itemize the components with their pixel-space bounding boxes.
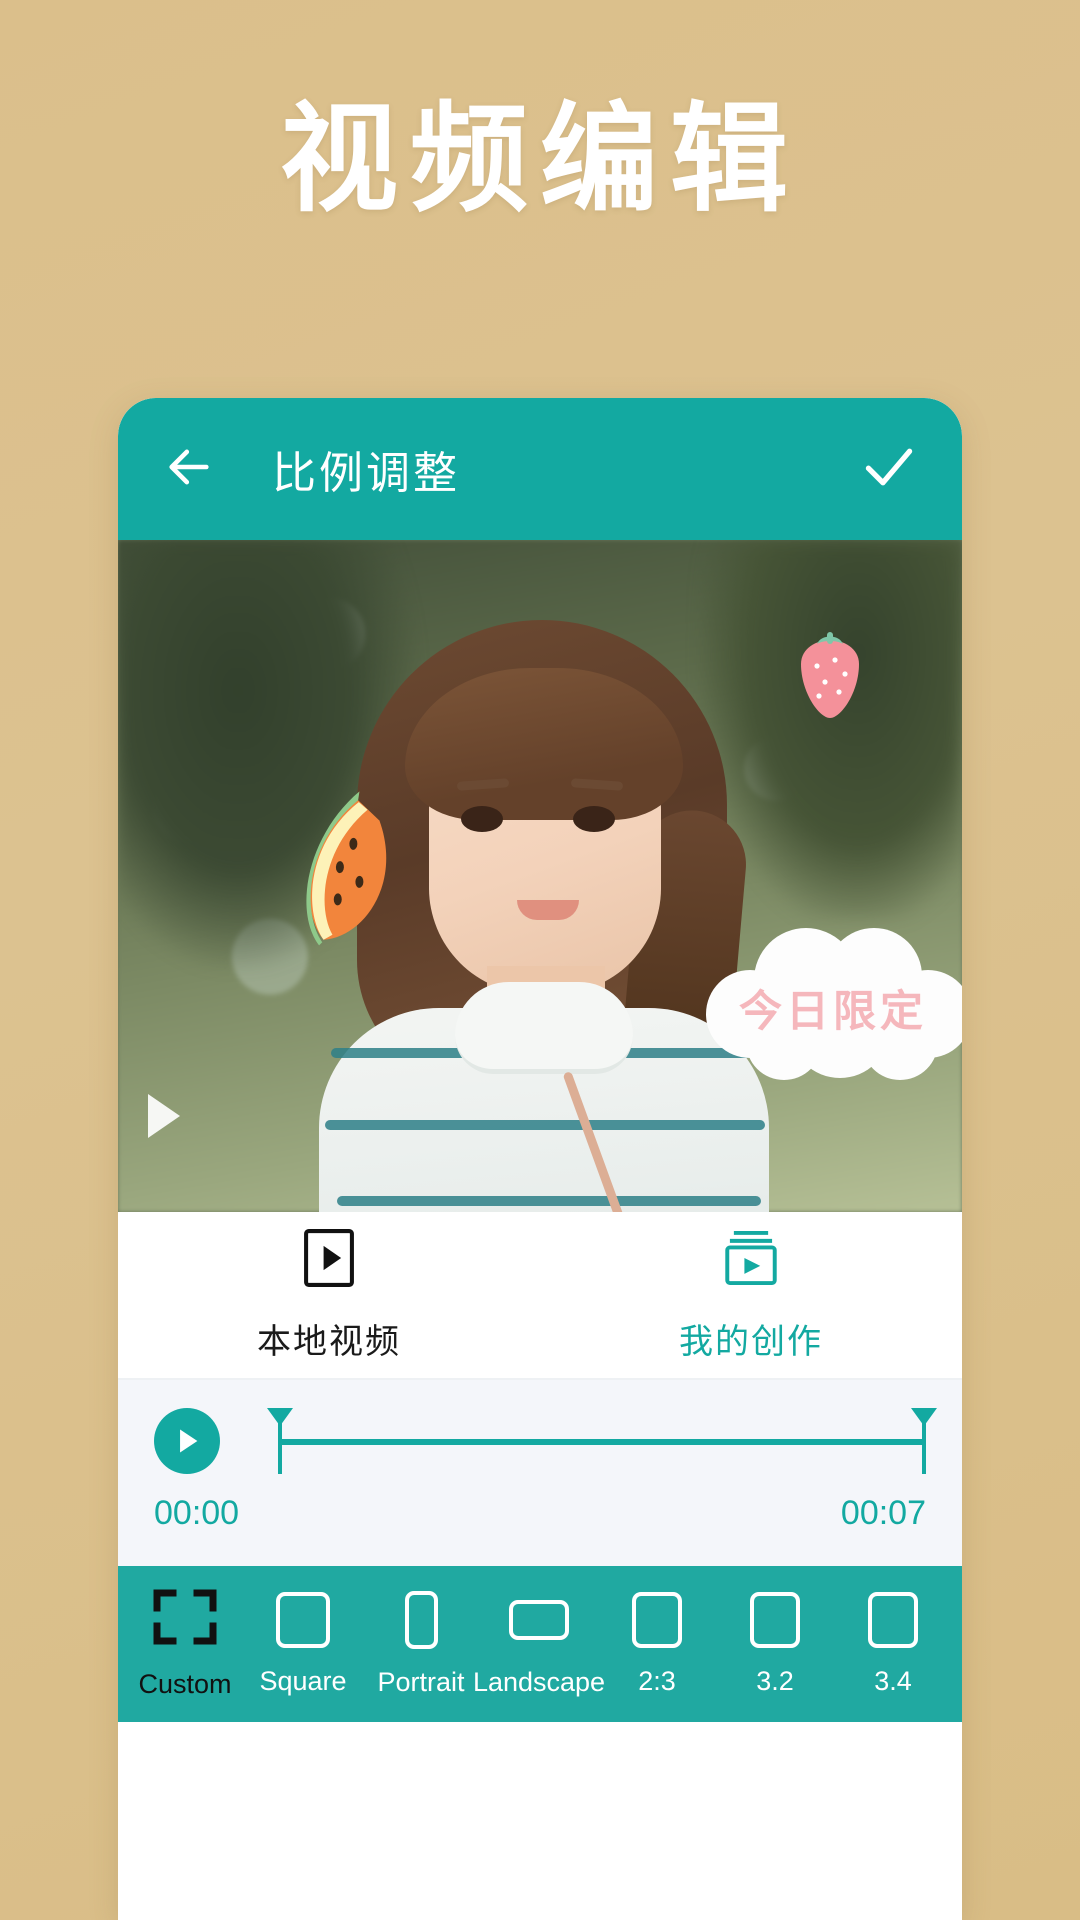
ratio-option-landscape[interactable]: Landscape	[473, 1591, 605, 1698]
ratio-option-3-4[interactable]: 3.4	[834, 1591, 952, 1697]
eye-right	[573, 806, 615, 832]
ratio-option-custom-label: Custom	[138, 1669, 232, 1699]
timeline-panel: 00:00 00:07	[118, 1380, 962, 1566]
watermelon-sticker	[279, 790, 409, 950]
ratio-option-portrait-label: Portrait	[377, 1666, 465, 1697]
video-preview[interactable]: 今日限定	[118, 540, 962, 1212]
cloud-text-sticker: 今日限定	[688, 918, 962, 1084]
tab-my-creations-label: 我的创作	[679, 1322, 823, 1362]
confirm-button[interactable]	[850, 430, 928, 508]
arrow-left-icon	[163, 441, 215, 498]
cloud-sticker-text: 今日限定	[739, 987, 927, 1037]
tab-local-video[interactable]: 本地视频	[118, 1212, 540, 1378]
square-shape-icon	[632, 1591, 682, 1648]
trim-handle-start[interactable]	[267, 1408, 293, 1474]
back-button[interactable]	[152, 432, 226, 506]
strawberry-sticker	[791, 630, 869, 726]
play-circle-icon[interactable]	[154, 1408, 220, 1474]
ratio-option-custom[interactable]: Custom	[126, 1588, 244, 1700]
timeline-times: 00:00 00:07	[154, 1474, 926, 1533]
tab-my-creations[interactable]: 我的创作	[540, 1212, 962, 1378]
landscape-shape-icon	[509, 1599, 569, 1640]
tab-local-video-label: 本地视频	[257, 1322, 401, 1362]
ratio-option-landscape-label: Landscape	[472, 1666, 606, 1697]
custom-brackets-icon	[153, 1588, 217, 1651]
square-shape-icon	[276, 1591, 330, 1648]
ratio-option-2-3-label: 2:3	[638, 1665, 676, 1696]
trim-handle-end[interactable]	[911, 1408, 937, 1474]
check-icon	[860, 438, 918, 501]
app-bar-title: 比例调整	[272, 448, 460, 499]
timeline-track[interactable]	[267, 1408, 937, 1474]
app-bar: 比例调整	[118, 398, 962, 540]
collar-shape	[455, 982, 633, 1074]
ratio-option-3-2[interactable]: 3.2	[716, 1591, 834, 1697]
end-time-label: 00:07	[840, 1494, 926, 1532]
eye-left	[461, 806, 503, 832]
square-shape-icon	[750, 1591, 800, 1648]
ratio-option-square[interactable]: Square	[244, 1591, 362, 1697]
ratio-option-2-3[interactable]: 2:3	[598, 1591, 716, 1697]
subject-person	[305, 610, 859, 1212]
stacked-video-icon	[722, 1227, 780, 1294]
portrait-shape-icon	[404, 1590, 438, 1649]
ratio-option-portrait[interactable]: Portrait	[362, 1590, 480, 1698]
ratio-option-3-4-label: 3.4	[874, 1665, 912, 1696]
ratio-option-3-2-label: 3.2	[756, 1665, 794, 1696]
play-triangle-icon[interactable]	[148, 1094, 180, 1138]
phone-mockup: 比例调整 今日限定 本地视频 我的创作 00:00 00:07 Custom S…	[118, 398, 962, 1920]
aspect-ratio-bar: Custom Square Portrait Landscape 2:3 3.2…	[118, 1566, 962, 1722]
page-title: 视频编辑	[279, 90, 800, 228]
video-file-icon	[301, 1227, 357, 1294]
start-time-label: 00:00	[154, 1494, 240, 1532]
timeline-line	[278, 1439, 926, 1445]
square-shape-icon	[868, 1591, 918, 1648]
ratio-option-square-label: Square	[259, 1665, 347, 1696]
source-tabs: 本地视频 我的创作	[118, 1212, 962, 1380]
